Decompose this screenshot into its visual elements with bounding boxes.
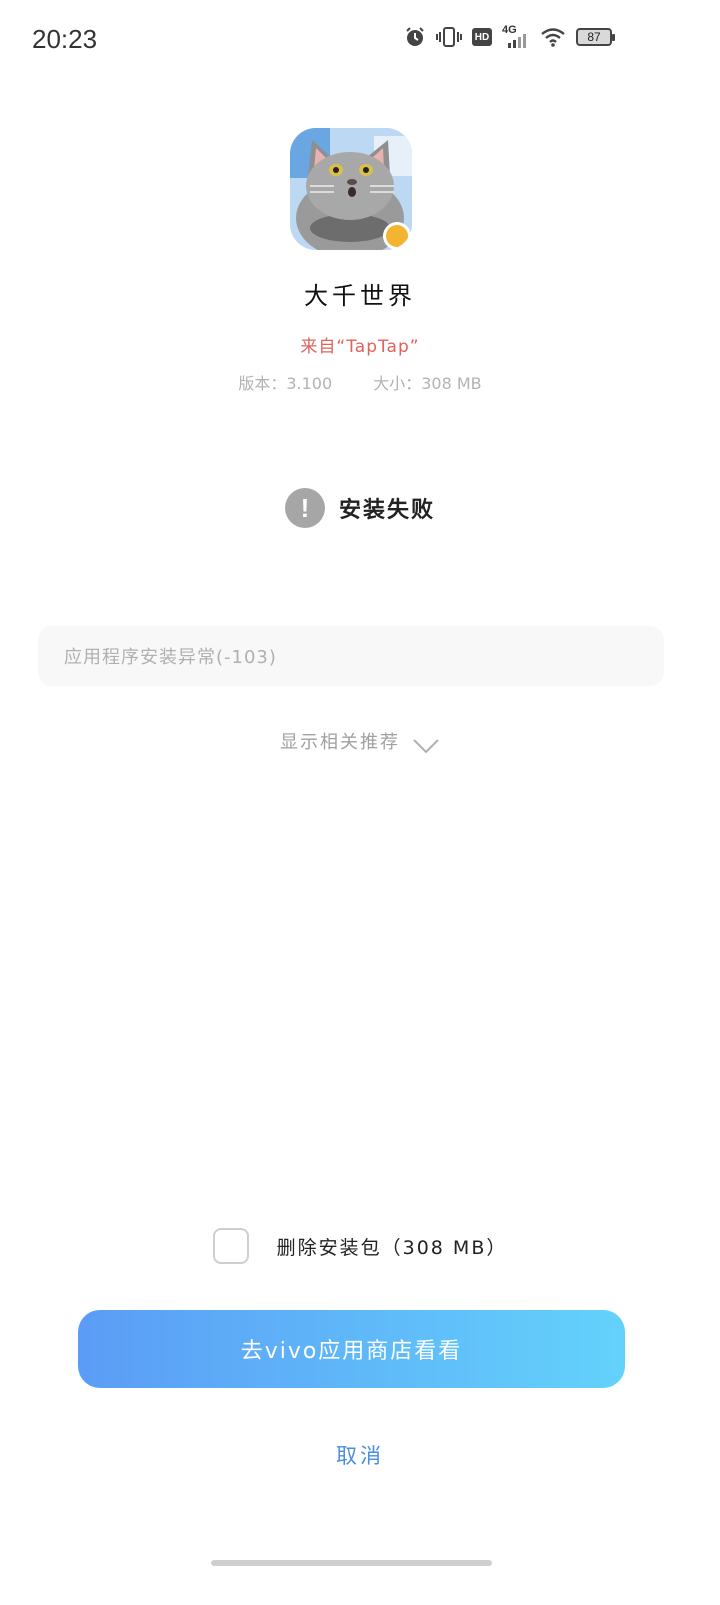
install-status-text: 安装失败 xyxy=(338,498,435,523)
home-indicator[interactable] xyxy=(211,1560,492,1566)
alarm-icon xyxy=(404,26,426,48)
app-name: 大千世界 xyxy=(304,282,416,310)
cancel-button[interactable]: 取消 xyxy=(0,1440,720,1470)
recommend-label: 显示相关推荐 xyxy=(280,732,400,753)
wifi-icon xyxy=(540,27,566,47)
error-message: 应用程序安装异常(-103) xyxy=(64,647,277,668)
status-bar: 20:23 HD 4G 87 xyxy=(0,0,720,80)
vibrate-icon xyxy=(436,26,462,48)
delete-package-checkbox[interactable] xyxy=(212,1228,249,1264)
exclamation-icon: ! xyxy=(284,488,325,528)
app-version: 版本：3.100 xyxy=(238,374,333,393)
battery-icon: 87 xyxy=(576,28,615,46)
delete-package-label: 删除安装包（308 MB） xyxy=(276,1236,508,1259)
app-meta: 版本：3.100 大小：308 MB xyxy=(0,370,720,394)
status-time: 20:23 xyxy=(32,24,98,54)
app-source: 来自“TapTap” xyxy=(300,337,420,357)
app-icon xyxy=(290,128,412,250)
delete-package-option[interactable]: 删除安装包（308 MB） xyxy=(0,1228,720,1264)
signal-4g-icon: 4G xyxy=(502,24,530,48)
status-icons: HD 4G 87 xyxy=(404,24,615,48)
error-message-box: 应用程序安装异常(-103) xyxy=(38,626,664,686)
show-recommendations-toggle[interactable]: 显示相关推荐 xyxy=(0,726,720,756)
app-size: 大小：308 MB xyxy=(373,374,482,393)
hd-icon: HD xyxy=(472,28,492,46)
install-status: ! 安装失败 xyxy=(0,488,720,528)
open-app-store-button[interactable]: 去vivo应用商店看看 xyxy=(78,1310,625,1388)
chevron-down-icon xyxy=(412,736,440,756)
